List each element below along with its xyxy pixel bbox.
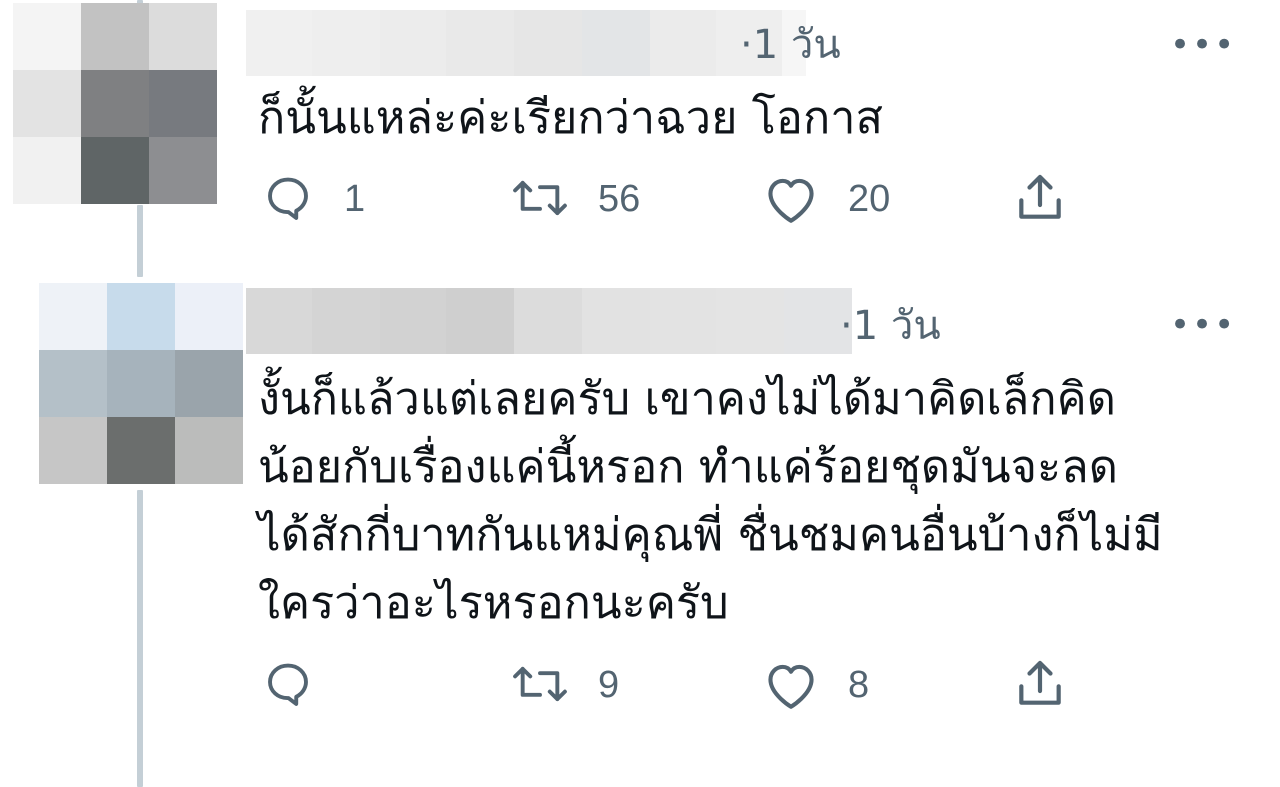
like-count: 8 (848, 664, 870, 706)
reply-icon[interactable] (262, 172, 314, 224)
reply-count: 1 (344, 178, 366, 220)
retweet-icon[interactable] (509, 658, 571, 710)
timestamp[interactable]: ·1 วัน (840, 306, 941, 346)
share-icon[interactable] (1012, 656, 1068, 712)
retweet-icon[interactable] (509, 172, 571, 224)
reply-icon[interactable] (262, 658, 314, 710)
author-name[interactable] (246, 10, 806, 76)
share-icon[interactable] (1012, 170, 1068, 226)
tweet-text-line: งั้นก็แล้วแต่เลยครับ เขาคงไม่ได้มาคิดเล็… (258, 372, 1116, 425)
tweet-text-line: ใครว่าอะไรหรอกนะครับ (258, 576, 729, 629)
like-count: 20 (848, 178, 891, 220)
heart-icon[interactable] (762, 172, 820, 226)
thread-line (137, 205, 143, 277)
more-icon[interactable]: ••• (1170, 308, 1236, 342)
more-icon[interactable]: ••• (1170, 28, 1236, 62)
retweet-count: 9 (598, 664, 620, 706)
tweet-text-line: น้อยกับเรื่องแค่นี้หรอก ทำแค่ร้อยชุดมันจ… (258, 440, 1118, 493)
heart-icon[interactable] (762, 658, 820, 712)
timestamp[interactable]: ·1 วัน (740, 25, 841, 65)
tweet-text-line: ได้สักกี่บาทกันแหม่คุณพี่ ชื่นชมคนอื่นบ้… (258, 508, 1163, 561)
avatar[interactable] (13, 3, 217, 204)
tweet-text: งั้นก็แล้วแต่เลยครับ เขาคงไม่ได้มาคิดเล็… (258, 365, 1248, 637)
thread-line (137, 490, 143, 787)
avatar[interactable] (39, 283, 243, 484)
retweet-count: 56 (598, 178, 641, 220)
author-name[interactable] (246, 288, 852, 354)
tweet-text: ก็นั้นแหล่ะค่ะเรียกว่าฉวย โอกาส (258, 91, 883, 144)
